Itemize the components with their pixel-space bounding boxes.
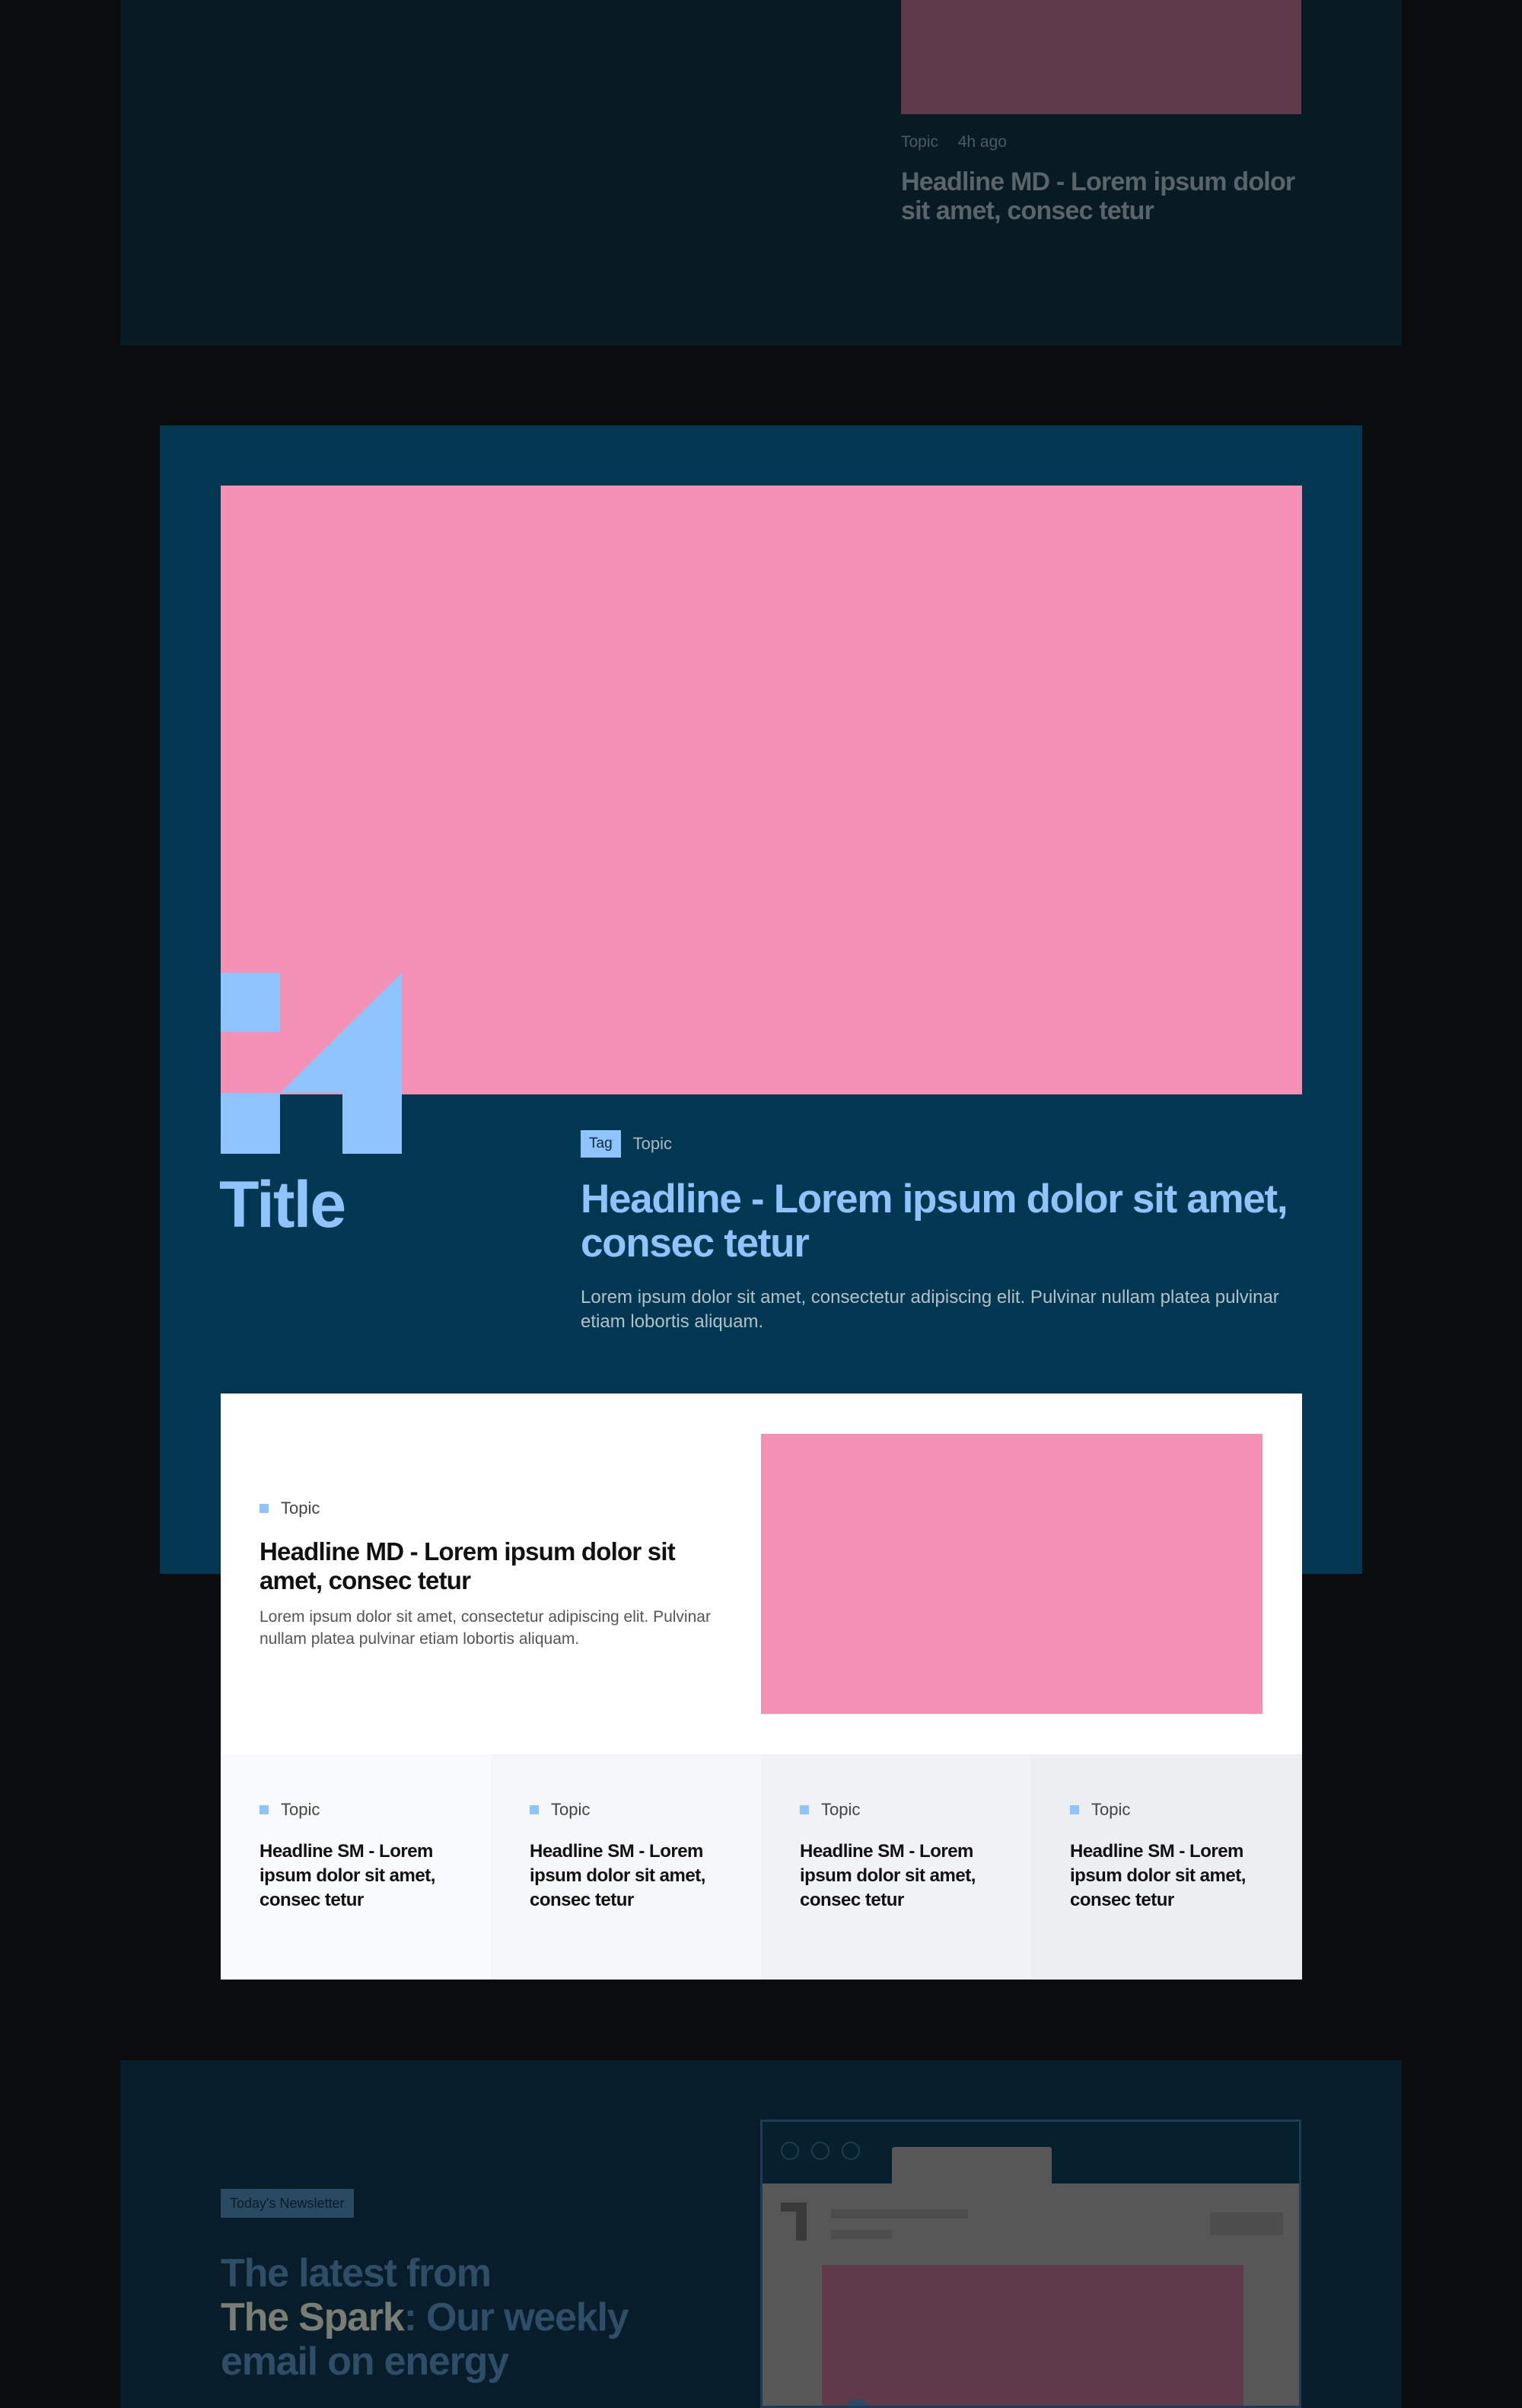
feature-topic[interactable]: Topic — [633, 1134, 672, 1154]
topic-square-icon — [260, 1504, 269, 1513]
prev-article-time: 4h ago — [957, 133, 1007, 151]
newsletter-title-line2-rest: : Our weekly — [403, 2295, 629, 2340]
card-sm-headline[interactable]: Headline SM - Lorem ipsum dolor sit amet… — [1070, 1839, 1275, 1913]
article-card-sm[interactable]: Topic Headline SM - Lorem ipsum dolor si… — [761, 1754, 1031, 1980]
card-sm-headline[interactable]: Headline SM - Lorem ipsum dolor sit amet… — [530, 1839, 734, 1913]
browser-tab — [892, 2147, 1052, 2183]
newsletter-brand: The Spark — [221, 2295, 405, 2340]
card-md-topic-row: Topic — [260, 1499, 320, 1518]
feature-title: Title — [219, 1168, 346, 1241]
skeleton-button — [1210, 2212, 1283, 2235]
prev-article-headline[interactable]: Headline MD - Lorem ipsum dolor sit amet… — [901, 167, 1312, 225]
card-md-headline[interactable]: Headline MD - Lorem ipsum dolor sit amet… — [260, 1537, 716, 1595]
mini-logo-icon — [781, 2203, 807, 2241]
newsletter-badge: Today's Newsletter — [221, 2189, 354, 2218]
card-md-topic[interactable]: Topic — [281, 1499, 320, 1518]
prev-article-topic[interactable]: Topic — [901, 133, 938, 151]
window-dot-icon — [811, 2142, 829, 2160]
newsletter-title-line2: The Spark: Our weekly — [221, 2295, 647, 2340]
card-sm-topic[interactable]: Topic — [1091, 1800, 1130, 1820]
feature-tag[interactable]: Tag — [581, 1130, 621, 1158]
newsletter-title[interactable]: The latest from The Spark: Our weekly em… — [221, 2251, 647, 2384]
feature-meta: Tag Topic — [581, 1130, 672, 1158]
browser-titlebar — [763, 2122, 1299, 2183]
small-cards-row: Topic Headline SM - Lorem ipsum dolor si… — [221, 1754, 1302, 1980]
card-sm-headline[interactable]: Headline SM - Lorem ipsum dolor sit amet… — [800, 1839, 1004, 1913]
article-card-sm[interactable]: Topic Headline SM - Lorem ipsum dolor si… — [221, 1754, 491, 1980]
browser-preview-image — [822, 2265, 1243, 2406]
card-sm-topic[interactable]: Topic — [821, 1800, 860, 1820]
newsletter-title-line3: email on energy — [221, 2340, 509, 2384]
feature-body: Lorem ipsum dolor sit amet, consectetur … — [581, 1287, 1279, 1332]
skeleton-line — [831, 2209, 968, 2218]
prev-article-meta: Topic 4h ago — [901, 133, 1007, 151]
skeleton-line — [831, 2230, 892, 2239]
prev-article-image[interactable] — [901, 0, 1301, 114]
newsletter-title-line1: The latest from — [221, 2251, 492, 2295]
window-dot-icon — [842, 2142, 860, 2160]
window-dot-icon — [781, 2142, 799, 2160]
browser-mockup — [760, 2120, 1301, 2408]
article-card-sm[interactable]: Topic Headline SM - Lorem ipsum dolor si… — [1031, 1754, 1302, 1980]
card-sm-headline[interactable]: Headline SM - Lorem ipsum dolor sit amet… — [260, 1839, 463, 1913]
feature-headline[interactable]: Headline - Lorem ipsum dolor sit amet, c… — [581, 1177, 1311, 1266]
topic-square-icon — [1070, 1805, 1079, 1814]
card-sm-topic[interactable]: Topic — [551, 1800, 590, 1820]
card-sm-topic[interactable]: Topic — [281, 1800, 320, 1820]
topic-square-icon — [260, 1805, 269, 1814]
topic-square-icon — [530, 1805, 539, 1814]
topic-square-icon — [800, 1805, 809, 1814]
card-md-image[interactable] — [761, 1434, 1262, 1714]
article-card-sm[interactable]: Topic Headline SM - Lorem ipsum dolor si… — [491, 1754, 761, 1980]
card-md-body: Lorem ipsum dolor sit amet, consectetur … — [260, 1608, 711, 1648]
h-logo-icon — [221, 973, 402, 1154]
